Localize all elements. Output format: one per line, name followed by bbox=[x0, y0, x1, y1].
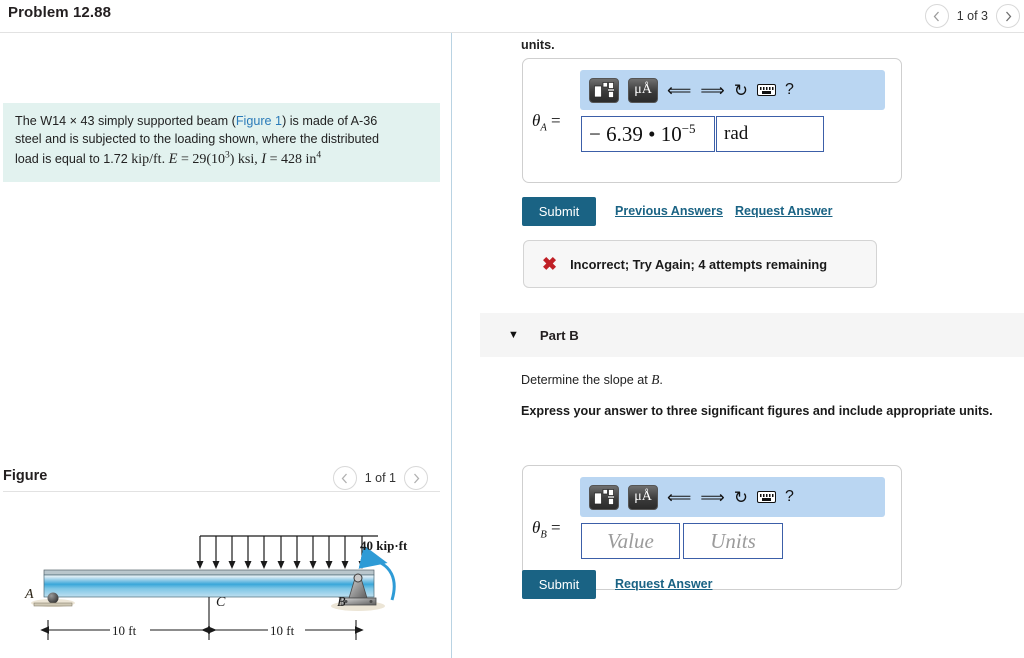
part-a-value-input[interactable]: − 6.39 • 10−5 bbox=[581, 116, 715, 152]
figure-1-link[interactable]: Figure 1 bbox=[236, 114, 282, 128]
x-cross-icon: ✖ bbox=[542, 254, 558, 274]
part-a-answer-card: μÅ ⟸ ⟹ ↻ ? θA = − 6.39 • 10−5 rad bbox=[522, 58, 902, 183]
prev-problem-button[interactable] bbox=[924, 4, 949, 28]
problem-pager: 1 of 3 bbox=[924, 1, 1020, 31]
part-a-feedback-text: Incorrect; Try Again; 4 attempts remaini… bbox=[570, 256, 828, 272]
math-template-glyph bbox=[594, 489, 614, 505]
unit-mu-angstrom-icon[interactable]: μÅ bbox=[628, 77, 658, 103]
part-b-subscript: B bbox=[540, 529, 547, 541]
dimension-right-label: 10 ft bbox=[270, 623, 295, 638]
help-question-icon[interactable]: ? bbox=[785, 488, 794, 506]
inertia-value: = 428 in bbox=[266, 151, 317, 167]
dimension-lines: 10 ft 10 ft bbox=[40, 620, 364, 640]
reset-circular-arrow-icon[interactable]: ↻ bbox=[734, 82, 748, 99]
caret-down-icon[interactable]: ▼ bbox=[508, 329, 519, 341]
part-b-header[interactable]: ▼ Part B bbox=[480, 313, 1024, 357]
part-b-prompt-text: Determine the slope at bbox=[521, 373, 652, 387]
statement-text-4: steel and is subjected to the loading sh… bbox=[15, 131, 380, 146]
chevron-right-icon bbox=[413, 473, 419, 483]
modulus-units: ) ksi, bbox=[229, 151, 262, 167]
part-b-toolbar: μÅ ⟸ ⟹ ↻ ? bbox=[580, 477, 885, 517]
figure-pager: 1 of 1 bbox=[332, 466, 428, 490]
part-a-submit-button[interactable]: Submit bbox=[522, 197, 596, 226]
keyboard-icon[interactable] bbox=[757, 84, 776, 96]
redo-arrow-icon[interactable]: ⟹ bbox=[700, 82, 724, 99]
problem-page: Problem 12.88 1 of 3 The W14 × 43 simply… bbox=[0, 0, 1024, 658]
part-a-subscript: A bbox=[540, 122, 547, 134]
top-header: Problem 12.88 1 of 3 bbox=[0, 0, 1024, 33]
part-a-feedback-box: ✖ Incorrect; Try Again; 4 attempts remai… bbox=[523, 240, 877, 288]
modulus-value: = 29(10 bbox=[177, 151, 225, 167]
help-question-icon[interactable]: ? bbox=[785, 81, 794, 99]
redo-arrow-icon[interactable]: ⟹ bbox=[700, 489, 724, 506]
part-b-value-placeholder: Value bbox=[607, 528, 654, 553]
page-title: Problem 12.88 bbox=[8, 4, 112, 21]
statement-text-3: ) is made of A-36 bbox=[282, 114, 378, 128]
dimension-left-label: 10 ft bbox=[112, 623, 137, 638]
times-symbol: × bbox=[69, 114, 77, 128]
label-c: C bbox=[216, 595, 226, 610]
math-template-glyph bbox=[594, 82, 614, 98]
statement-text-5: load is equal to 1.72 bbox=[15, 151, 132, 166]
part-a-units-text: rad bbox=[724, 123, 749, 144]
part-a-variable: θA = bbox=[532, 111, 561, 133]
label-a: A bbox=[24, 587, 34, 602]
part-a-units-input[interactable]: rad bbox=[716, 116, 824, 152]
part-a-equals: = bbox=[551, 111, 561, 130]
part-a-value-exponent: −5 bbox=[681, 121, 696, 136]
figure-divider bbox=[3, 491, 440, 492]
inertia-exponent: 4 bbox=[316, 150, 322, 161]
unit-mu-angstrom-label: μÅ bbox=[634, 489, 652, 504]
roller-support-a bbox=[47, 592, 59, 604]
label-b: B bbox=[337, 595, 346, 610]
reset-circular-arrow-icon[interactable]: ↻ bbox=[734, 489, 748, 506]
part-a-toolbar: μÅ ⟸ ⟹ ↻ ? bbox=[580, 70, 885, 110]
part-b-value-input[interactable]: Value bbox=[581, 523, 680, 559]
figure-panel-title: Figure bbox=[3, 468, 48, 484]
undo-arrow-icon[interactable]: ⟸ bbox=[667, 489, 691, 506]
chevron-right-icon bbox=[1005, 11, 1011, 21]
kip-per-ft: kip/ft. bbox=[131, 151, 166, 167]
part-a-request-answer-link[interactable]: Request Answer bbox=[735, 204, 832, 218]
part-a-instruction-tail: units. bbox=[521, 38, 555, 52]
beam-diagram-svg: A B C 40 kip·ft 10 ft 10 ft bbox=[24, 535, 408, 640]
part-b-request-answer-link[interactable]: Request Answer bbox=[615, 577, 712, 591]
part-b-prompt-period: . bbox=[659, 373, 663, 387]
problem-statement: The W14 × 43 simply supported beam (Figu… bbox=[3, 103, 440, 182]
part-b-variable: θB = bbox=[532, 518, 561, 540]
keyboard-icon[interactable] bbox=[757, 491, 776, 503]
unit-mu-angstrom-label: μÅ bbox=[634, 82, 652, 97]
part-a-value-text: − 6.39 • 10 bbox=[589, 122, 682, 146]
statement-text-2: 43 simply supported beam ( bbox=[76, 114, 236, 128]
part-b-submit-button[interactable]: Submit bbox=[522, 570, 596, 599]
part-b-units-placeholder: Units bbox=[710, 528, 756, 553]
left-panel: The W14 × 43 simply supported beam (Figu… bbox=[0, 33, 451, 658]
chevron-left-icon bbox=[933, 11, 940, 21]
statement-text-1: The W14 bbox=[15, 114, 70, 128]
prev-figure-button[interactable] bbox=[332, 466, 357, 490]
beam-web bbox=[43, 574, 375, 598]
next-problem-button[interactable] bbox=[996, 4, 1020, 28]
part-b-units-input[interactable]: Units bbox=[683, 523, 783, 559]
part-a-previous-answers-link[interactable]: Previous Answers bbox=[615, 204, 723, 218]
ground-plate-a bbox=[33, 602, 73, 607]
figure-pager-label: 1 of 1 bbox=[364, 471, 396, 485]
beam-diagram: A B C 40 kip·ft 10 ft 10 ft bbox=[0, 528, 440, 658]
problem-pager-label: 1 of 3 bbox=[956, 9, 988, 23]
math-template-icon[interactable] bbox=[589, 77, 619, 103]
part-b-prompt: Determine the slope at B. bbox=[521, 372, 663, 388]
moment-label: 40 kip·ft bbox=[360, 538, 408, 553]
part-b-instruction: Express your answer to three significant… bbox=[521, 404, 993, 418]
unit-mu-angstrom-icon[interactable]: μÅ bbox=[628, 484, 658, 510]
next-figure-button[interactable] bbox=[404, 466, 428, 490]
math-template-icon[interactable] bbox=[589, 484, 619, 510]
undo-arrow-icon[interactable]: ⟸ bbox=[667, 82, 691, 99]
figure-header: Figure 1 of 1 bbox=[0, 461, 440, 503]
right-panel: units. μÅ ⟸ ⟹ ↻ ? θA = − 6.39 • 10−5 rad… bbox=[452, 33, 1024, 658]
part-b-label: Part B bbox=[539, 327, 579, 343]
distributed-load-arrows bbox=[196, 561, 366, 569]
part-b-equals: = bbox=[551, 518, 561, 537]
chevron-left-icon bbox=[341, 473, 348, 483]
beam-flange-top bbox=[43, 569, 375, 576]
